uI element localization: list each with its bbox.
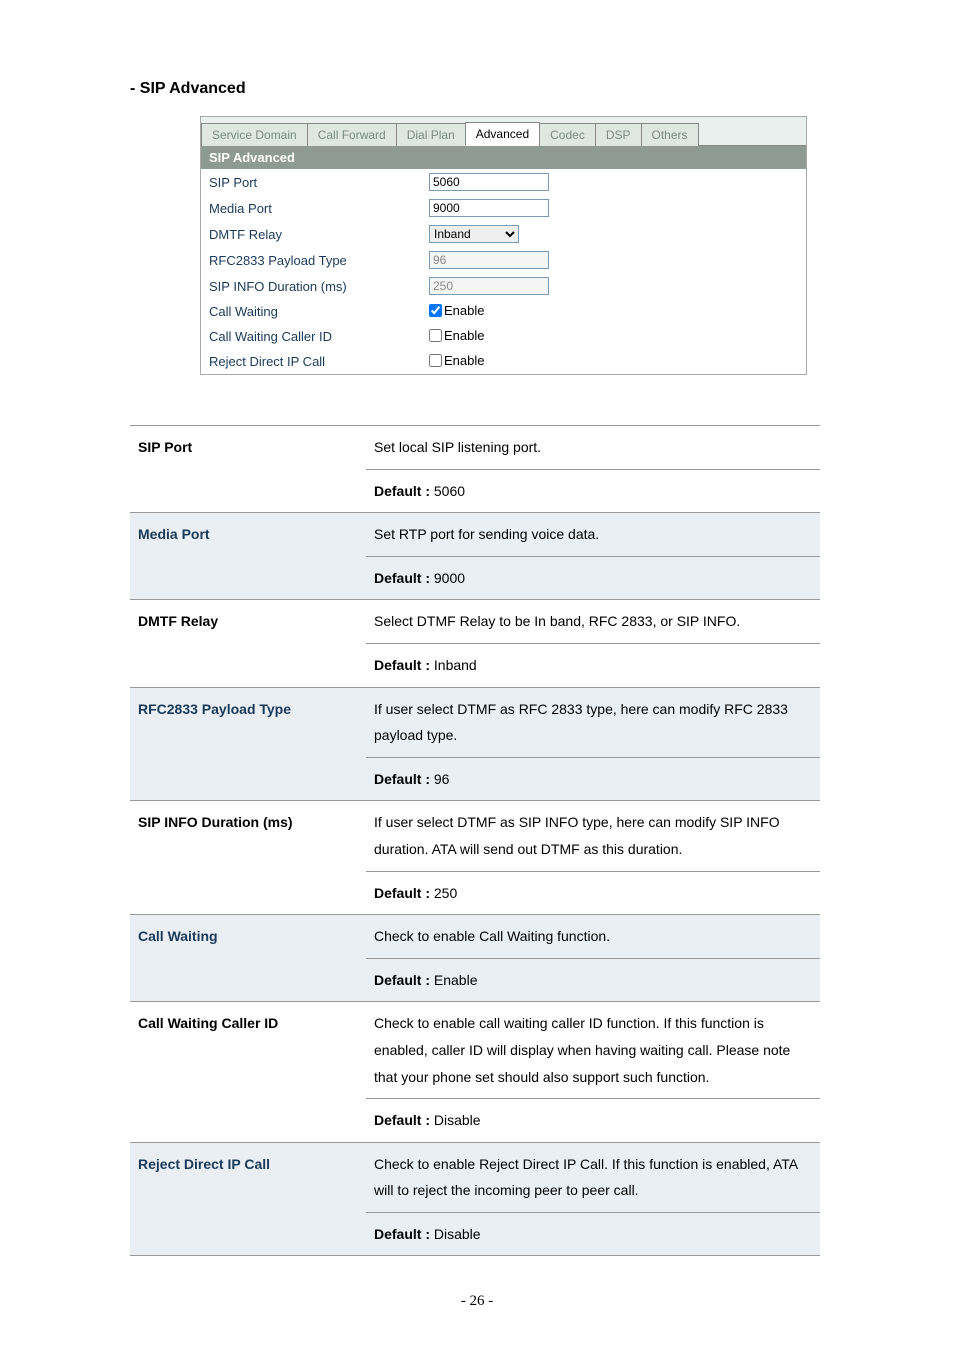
param-default: Default : Disable [366, 1212, 820, 1256]
tab-dsp[interactable]: DSP [595, 123, 642, 146]
tab-others[interactable]: Others [641, 123, 699, 146]
param-default: Default : 250 [366, 871, 820, 915]
param-default: Default : 9000 [366, 556, 820, 600]
label-cw-caller-id: Call Waiting Caller ID [209, 329, 429, 344]
input-rfc2833 [429, 251, 549, 269]
checkbox-cw-caller-id[interactable] [429, 329, 442, 342]
param-name: DMTF Relay [130, 600, 366, 687]
label-media-port: Media Port [209, 201, 429, 216]
tab-advanced[interactable]: Advanced [465, 122, 540, 146]
checkbox-label-reject-direct-ip: Enable [444, 353, 484, 368]
table-row: DMTF Relay Select DTMF Relay to be In ba… [130, 600, 820, 644]
table-row: SIP Port Set local SIP listening port. [130, 426, 820, 470]
label-reject-direct-ip: Reject Direct IP Call [209, 354, 429, 369]
param-name: Call Waiting Caller ID [130, 1002, 366, 1142]
label-rfc2833: RFC2833 Payload Type [209, 253, 429, 268]
param-text: If user select DTMF as SIP INFO type, he… [366, 801, 820, 871]
checkbox-wrap-cw-caller-id[interactable]: Enable [429, 328, 484, 343]
checkbox-label-cw-caller-id: Enable [444, 328, 484, 343]
select-dmtf-relay[interactable]: Inband [429, 225, 519, 243]
sip-advanced-panel: Service Domain Call Forward Dial Plan Ad… [200, 116, 807, 375]
tab-service-domain[interactable]: Service Domain [201, 123, 308, 146]
param-text: Set RTP port for sending voice data. [366, 513, 820, 557]
checkbox-reject-direct-ip[interactable] [429, 354, 442, 367]
tab-codec[interactable]: Codec [539, 123, 596, 146]
param-default: Default : 5060 [366, 469, 820, 513]
input-media-port[interactable] [429, 199, 549, 217]
checkbox-call-waiting[interactable] [429, 304, 442, 317]
param-name: RFC2833 Payload Type [130, 687, 366, 801]
table-row: Reject Direct IP Call Check to enable Re… [130, 1142, 820, 1212]
param-default: Default : 96 [366, 757, 820, 801]
table-row: Call Waiting Caller ID Check to enable c… [130, 1002, 820, 1099]
param-name: SIP Port [130, 426, 366, 513]
checkbox-wrap-call-waiting[interactable]: Enable [429, 303, 484, 318]
param-text: Check to enable Call Waiting function. [366, 915, 820, 959]
input-sip-info-dur [429, 277, 549, 295]
tab-dial-plan[interactable]: Dial Plan [396, 123, 466, 146]
param-default: Default : Enable [366, 958, 820, 1002]
param-name: SIP INFO Duration (ms) [130, 801, 366, 915]
param-text: If user select DTMF as RFC 2833 type, he… [366, 687, 820, 757]
label-call-waiting: Call Waiting [209, 304, 429, 319]
param-text: Check to enable Reject Direct IP Call. I… [366, 1142, 820, 1212]
checkbox-label-call-waiting: Enable [444, 303, 484, 318]
section-title: - SIP Advanced [130, 80, 824, 98]
table-row: Media Port Set RTP port for sending voic… [130, 513, 820, 557]
param-text: Set local SIP listening port. [366, 426, 820, 470]
param-name: Reject Direct IP Call [130, 1142, 366, 1256]
label-dmtf-relay: DMTF Relay [209, 227, 429, 242]
tab-call-forward[interactable]: Call Forward [307, 123, 397, 146]
param-text: Check to enable call waiting caller ID f… [366, 1002, 820, 1099]
table-row: Call Waiting Check to enable Call Waitin… [130, 915, 820, 959]
panel-header: SIP Advanced [201, 146, 806, 169]
page-number: - 26 - [0, 1293, 954, 1310]
checkbox-wrap-reject-direct-ip[interactable]: Enable [429, 353, 484, 368]
table-row: SIP INFO Duration (ms) If user select DT… [130, 801, 820, 871]
param-default: Default : Inband [366, 643, 820, 687]
input-sip-port[interactable] [429, 173, 549, 191]
label-sip-port: SIP Port [209, 175, 429, 190]
param-name: Call Waiting [130, 915, 366, 1002]
tab-bar: Service Domain Call Forward Dial Plan Ad… [201, 117, 806, 146]
table-row: RFC2833 Payload Type If user select DTMF… [130, 687, 820, 757]
panel-body: SIP Port Media Port DMTF Relay Inband RF… [201, 169, 806, 374]
label-sip-info-dur: SIP INFO Duration (ms) [209, 279, 429, 294]
description-table: SIP Port Set local SIP listening port. D… [130, 425, 820, 1256]
param-text: Select DTMF Relay to be In band, RFC 283… [366, 600, 820, 644]
param-default: Default : Disable [366, 1099, 820, 1143]
param-name: Media Port [130, 513, 366, 600]
